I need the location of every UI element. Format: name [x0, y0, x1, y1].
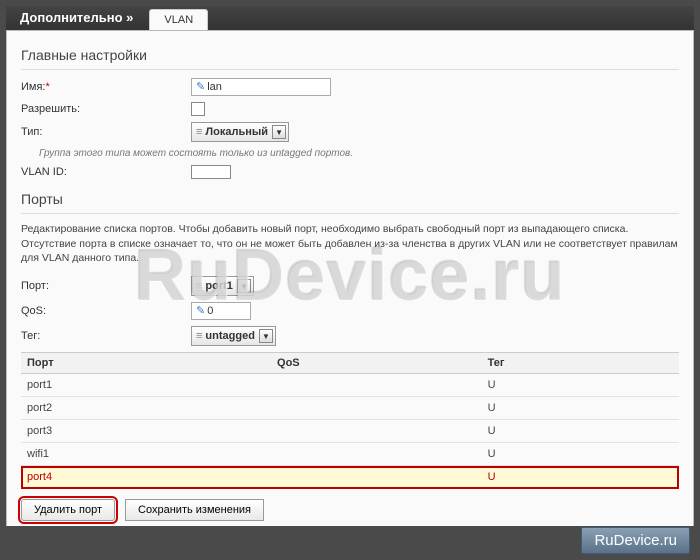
name-input[interactable]: ✎lan — [191, 78, 331, 96]
cell-port: port4 — [21, 466, 271, 489]
cell-qos — [271, 466, 482, 489]
ports-desc: Редактирование списка портов. Чтобы доба… — [21, 222, 679, 266]
allow-checkbox[interactable] — [191, 102, 205, 116]
qos-input[interactable]: ✎0 — [191, 302, 251, 320]
cell-qos — [271, 443, 482, 466]
pencil-icon: ✎ — [196, 305, 205, 317]
main-settings-title: Главные настройки — [21, 41, 679, 70]
cell-port: port1 — [21, 374, 271, 397]
cell-tag: U — [482, 420, 679, 443]
chevron-down-icon: ▼ — [259, 329, 273, 343]
tag-select[interactable]: ≡ untagged ▼ — [191, 326, 276, 346]
cell-qos — [271, 374, 482, 397]
ports-table: Порт QoS Тег port1 Uport2 Uport3 Uwifi1 Upor… — [21, 352, 679, 489]
cell-port: port3 — [21, 420, 271, 443]
type-select[interactable]: ≡ Локальный ▼ — [191, 122, 289, 142]
table-row[interactable]: port4 U — [21, 466, 679, 489]
footer: RuDevice.ru — [0, 526, 700, 560]
allow-label: Разрешить: — [21, 103, 191, 115]
list-icon: ≡ — [196, 280, 201, 292]
table-row[interactable]: port2 U — [21, 397, 679, 420]
col-tag[interactable]: Тег — [482, 353, 679, 374]
chevron-down-icon: ▼ — [237, 279, 251, 293]
cell-tag: U — [482, 397, 679, 420]
name-label: Имя:* — [21, 81, 191, 93]
back-link[interactable]: Дополнительно » — [14, 5, 145, 30]
delete-port-button[interactable]: Удалить порт — [21, 499, 115, 521]
tab-bar: Дополнительно » VLAN — [6, 6, 694, 30]
cell-tag: U — [482, 466, 679, 489]
vlanid-label: VLAN ID: — [21, 166, 191, 178]
cell-port: port2 — [21, 397, 271, 420]
tag-label: Тег: — [21, 330, 191, 342]
col-qos[interactable]: QoS — [271, 353, 482, 374]
col-port[interactable]: Порт — [21, 353, 271, 374]
table-row[interactable]: wifi1 U — [21, 443, 679, 466]
port-label: Порт: — [21, 280, 191, 292]
cell-port: wifi1 — [21, 443, 271, 466]
chevron-down-icon: ▼ — [272, 125, 286, 139]
list-icon: ≡ — [196, 126, 201, 138]
tab-vlan[interactable]: VLAN — [149, 9, 208, 30]
type-hint: Группа этого типа может состоять только … — [39, 148, 679, 159]
table-row[interactable]: port3 U — [21, 420, 679, 443]
port-select[interactable]: ≡ port1 ▼ — [191, 276, 254, 296]
qos-label: QoS: — [21, 305, 191, 317]
vlanid-input[interactable] — [191, 165, 231, 179]
footer-badge: RuDevice.ru — [581, 527, 690, 554]
cell-qos — [271, 420, 482, 443]
table-row[interactable]: port1 U — [21, 374, 679, 397]
ports-title: Порты — [21, 185, 679, 214]
cell-qos — [271, 397, 482, 420]
list-icon: ≡ — [196, 330, 201, 342]
type-label: Тип: — [21, 126, 191, 138]
pencil-icon: ✎ — [196, 81, 205, 93]
cell-tag: U — [482, 443, 679, 466]
save-button[interactable]: Сохранить изменения — [125, 499, 264, 521]
main-panel: Главные настройки Имя:* ✎lan Разрешить: … — [6, 30, 694, 536]
cell-tag: U — [482, 374, 679, 397]
